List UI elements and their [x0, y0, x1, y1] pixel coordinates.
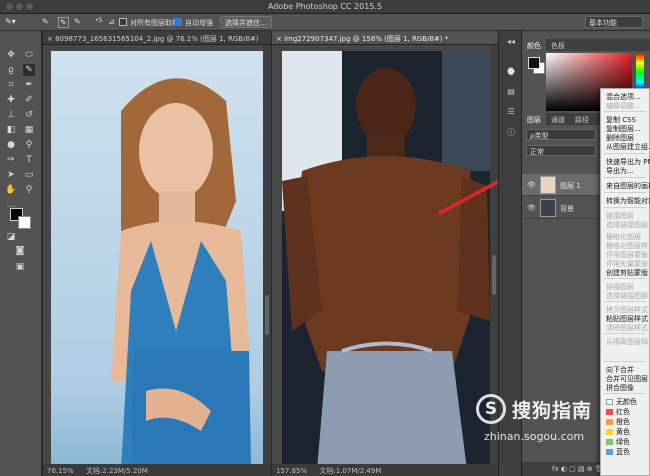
layer-thumbnail — [540, 176, 556, 194]
canvas-2[interactable] — [272, 45, 498, 464]
visibility-eye-icon[interactable]: 👁 — [527, 181, 536, 189]
quick-selection-tool-icon[interactable]: ✎ — [23, 64, 35, 76]
quick-mask-icon[interactable]: ◙ — [14, 245, 26, 257]
vertical-scrollbar-1[interactable] — [263, 45, 271, 464]
title-bar: Adobe Photoshop CC 2015.5 — [0, 0, 650, 14]
document-tab-2-label: img272907347.jpg @ 158% (图层 1, RGB/8#) * — [284, 35, 449, 43]
layer-thumbnail — [540, 199, 556, 217]
close-tab-1-icon[interactable]: × — [47, 35, 55, 43]
doc-info-2: 文档:1.07M/2.49M — [319, 467, 382, 475]
brush-size-picker[interactable]: •5 — [95, 17, 102, 28]
document-tab-1[interactable]: × 8098773_165631565104_2.jpg @ 76.1% (图层… — [43, 31, 271, 45]
background-color-swatch[interactable] — [18, 216, 31, 229]
watermark-url: zhinan.sogou.com — [484, 430, 585, 443]
document-tab-2[interactable]: × img272907347.jpg @ 158% (图层 1, RGB/8#)… — [272, 31, 498, 45]
add-to-selection-icon[interactable]: ✎ — [58, 17, 69, 28]
brush-size-value: 5 — [98, 17, 103, 24]
subtract-selection-icon[interactable]: ✎ — [74, 17, 81, 28]
tab-paths[interactable]: 路径 — [570, 113, 594, 127]
zoom-level-1[interactable]: 76.15% — [47, 467, 74, 475]
panel-foreground-swatch[interactable] — [528, 57, 540, 69]
screen-mode-icon[interactable]: ▣ — [14, 261, 26, 273]
menu-item[interactable]: 导出为... — [606, 166, 634, 176]
shape-tool-icon[interactable]: ▭ — [23, 169, 35, 181]
layer-name: 图层 1 — [560, 182, 581, 190]
pen-tool-icon[interactable]: ✑ — [5, 154, 17, 166]
canvas-1[interactable] — [43, 45, 271, 464]
menu-item[interactable]: 从图层建立组... — [606, 142, 650, 152]
status-bar-2: 157.85% 文档:1.07M/2.49M — [272, 464, 498, 476]
menu-item[interactable]: 选择链接图层 — [606, 220, 648, 230]
sogou-logo-icon: S — [476, 394, 506, 424]
path-selection-tool-icon[interactable]: ➤ — [5, 169, 17, 181]
eyedropper-tool-icon[interactable]: ✒ — [23, 79, 35, 91]
brush-tool-icon[interactable]: ✐ — [23, 94, 35, 106]
zoom-tool-icon[interactable]: ⚲ — [23, 184, 35, 196]
layer-name: 背景 — [560, 205, 574, 213]
menu-item[interactable]: 创建剪贴蒙版 — [606, 268, 648, 278]
move-tool-icon[interactable]: ✥ — [5, 49, 17, 61]
document-tab-1-label: 8098773_165631565104_2.jpg @ 76.1% (图层 1… — [55, 35, 259, 43]
healing-brush-tool-icon[interactable]: ✚ — [5, 94, 17, 106]
color-panel-tabs: 颜色 色板 — [522, 39, 650, 53]
status-bar-1: 76.15% 文档:2.23M/5.20M — [43, 464, 271, 476]
app-title: Adobe Photoshop CC 2015.5 — [267, 2, 383, 11]
default-colors-icon[interactable]: ◪ — [5, 231, 17, 243]
layer-filter-select[interactable]: ρ类型 — [526, 129, 596, 140]
auto-enhance-checkbox[interactable] — [174, 18, 182, 26]
menu-item[interactable]: 选择链接图层 — [606, 291, 648, 301]
blur-tool-icon[interactable]: ● — [5, 139, 17, 151]
menu-item[interactable]: 转换为智能对象 — [606, 196, 650, 206]
type-tool-icon[interactable]: T — [23, 154, 35, 166]
dodge-tool-icon[interactable]: ⚲ — [23, 139, 35, 151]
auto-enhance-label: 自动增强 — [185, 19, 213, 27]
brush-angle-icon[interactable]: ⊿ — [108, 17, 115, 28]
close-tab-2-icon[interactable]: × — [276, 35, 284, 43]
crop-tool-icon[interactable]: ⌗ — [5, 79, 17, 91]
properties-panel-icon[interactable]: ▤ — [505, 87, 517, 99]
adjustments-panel-icon[interactable]: ☰ — [505, 107, 517, 119]
sample-all-layers-checkbox[interactable] — [119, 18, 127, 26]
menu-item[interactable]: 编辑调整... — [606, 101, 641, 111]
collapse-panels-icon[interactable]: ◂◂ — [505, 37, 517, 49]
zoom-level-2[interactable]: 157.85% — [276, 467, 307, 475]
woman-photo — [51, 51, 263, 464]
quick-selection-tool-icon[interactable]: ✎▾ — [5, 17, 16, 28]
lasso-tool-icon[interactable]: ϱ — [5, 64, 17, 76]
clone-stamp-tool-icon[interactable]: ⊥ — [5, 109, 17, 121]
marquee-tool-icon[interactable]: ⬭ — [23, 49, 35, 61]
document-window-1: × 8098773_165631565104_2.jpg @ 76.1% (图层… — [43, 31, 271, 476]
tab-swatches[interactable]: 色板 — [546, 39, 570, 53]
workspace-select[interactable]: 基本功能 — [585, 16, 643, 28]
menu-item[interactable]: 从隔离图层释放 — [606, 337, 650, 347]
gradient-tool-icon[interactable]: ▦ — [23, 124, 35, 136]
document-window-2: × img272907347.jpg @ 158% (图层 1, RGB/8#)… — [272, 31, 498, 476]
watermark-brand: 搜狗指南 — [512, 400, 593, 422]
history-panel-icon[interactable]: ⌚ — [505, 67, 517, 79]
visibility-eye-icon[interactable]: 👁 — [527, 204, 536, 212]
doc-info-1: 文档:2.23M/5.20M — [85, 467, 148, 475]
menu-item[interactable]: 清除图层样式 — [606, 323, 648, 333]
hand-tool-icon[interactable]: ✋ — [5, 184, 17, 196]
menu-item[interactable]: 来自图层的画板... — [606, 181, 650, 191]
blend-mode-select[interactable]: 正常 — [526, 145, 596, 156]
tab-channels[interactable]: 通道 — [546, 113, 570, 127]
select-and-mask-button[interactable]: 选择并遮住... — [220, 16, 272, 28]
options-bar: ✎▾ ✎ ✎ ✎ •5 ⊿ 对所有图层取样 自动增强 选择并遮住... 基本功能 — [0, 14, 650, 31]
toolbox: ✥ ⬭ ϱ ✎ ⌗ ✒ ✚ ✐ ⊥ ↺ ◧ ▦ ● ⚲ ✑ T ➤ ▭ ✋ ⚲ … — [0, 31, 42, 476]
sogou-watermark: S 搜狗指南 zhinan.sogou.com — [476, 390, 626, 450]
history-brush-tool-icon[interactable]: ↺ — [23, 109, 35, 121]
info-panel-icon[interactable]: ⓘ — [505, 127, 517, 139]
tab-layers[interactable]: 图层 — [522, 113, 546, 127]
tab-color[interactable]: 颜色 — [522, 39, 546, 53]
eraser-tool-icon[interactable]: ◧ — [5, 124, 17, 136]
man-photo — [282, 51, 490, 464]
new-selection-icon[interactable]: ✎ — [42, 17, 49, 28]
sample-all-layers-label: 对所有图层取样 — [130, 19, 179, 27]
